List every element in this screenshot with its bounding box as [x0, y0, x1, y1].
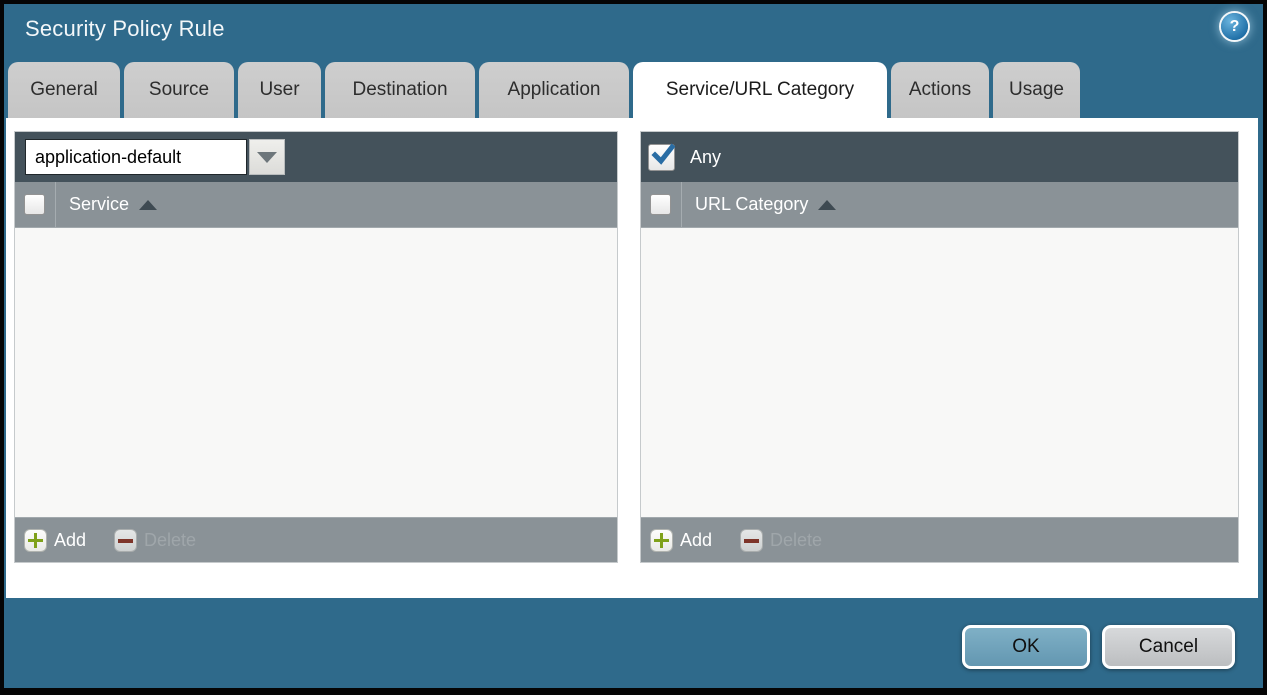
minus-icon	[114, 529, 137, 552]
plus-icon	[24, 529, 47, 552]
service-panel-toolbar	[15, 132, 617, 182]
tab-bar: General Source User Destination Applicat…	[8, 62, 1080, 118]
service-type-input[interactable]	[25, 139, 247, 175]
checkmark-icon	[651, 143, 675, 167]
tab-service-url-category[interactable]: Service/URL Category	[633, 62, 887, 118]
service-select-all-checkbox[interactable]	[24, 194, 45, 215]
window-frame: Security Policy Rule ? General Source Us…	[0, 0, 1267, 695]
plus-icon	[650, 529, 673, 552]
service-type-dropdown	[25, 139, 285, 175]
url-category-add-button[interactable]: Add	[650, 529, 712, 552]
sort-ascending-icon	[818, 200, 836, 210]
service-table-header: Service	[15, 182, 617, 228]
tab-actions[interactable]: Actions	[891, 62, 989, 118]
url-category-delete-button[interactable]: Delete	[740, 529, 822, 552]
chevron-down-icon	[257, 152, 277, 163]
url-category-column-header[interactable]: URL Category	[682, 194, 836, 215]
tab-user[interactable]: User	[238, 62, 321, 118]
any-checkbox-label: Any	[690, 147, 721, 168]
service-type-dropdown-button[interactable]	[249, 139, 285, 175]
tab-destination[interactable]: Destination	[325, 62, 475, 118]
service-column-label: Service	[69, 194, 129, 215]
add-button-label: Add	[680, 530, 712, 551]
service-panel-footer: Add Delete	[15, 517, 617, 562]
url-category-table-header: URL Category	[641, 182, 1238, 228]
ok-button[interactable]: OK	[962, 625, 1090, 669]
tab-application[interactable]: Application	[479, 62, 629, 118]
minus-icon	[740, 529, 763, 552]
service-delete-button[interactable]: Delete	[114, 529, 196, 552]
tab-content-area: Service Add Delete	[6, 118, 1258, 598]
url-category-panel: Any URL Category Add	[640, 131, 1239, 563]
dialog-title: Security Policy Rule	[25, 16, 225, 42]
service-column-header[interactable]: Service	[56, 194, 157, 215]
tab-usage[interactable]: Usage	[993, 62, 1080, 118]
cancel-button[interactable]: Cancel	[1102, 625, 1235, 669]
url-category-toolbar: Any	[641, 132, 1238, 182]
sort-ascending-icon	[139, 200, 157, 210]
url-category-column-label: URL Category	[695, 194, 808, 215]
add-button-label: Add	[54, 530, 86, 551]
service-add-button[interactable]: Add	[24, 529, 86, 552]
tab-general[interactable]: General	[8, 62, 120, 118]
security-policy-rule-dialog: Security Policy Rule ? General Source Us…	[4, 4, 1263, 688]
url-category-select-all-checkbox[interactable]	[650, 194, 671, 215]
url-category-panel-footer: Add Delete	[641, 517, 1238, 562]
tab-source[interactable]: Source	[124, 62, 234, 118]
service-list-empty[interactable]	[15, 228, 617, 517]
delete-button-label: Delete	[144, 530, 196, 551]
any-checkbox[interactable]	[648, 144, 675, 171]
url-category-list-empty[interactable]	[641, 228, 1238, 517]
service-panel: Service Add Delete	[14, 131, 618, 563]
help-icon[interactable]: ?	[1221, 13, 1248, 40]
delete-button-label: Delete	[770, 530, 822, 551]
